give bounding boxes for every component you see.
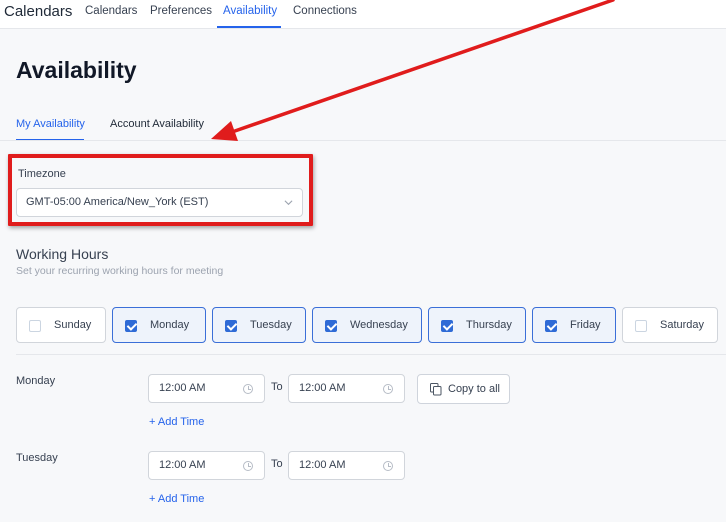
day-monday[interactable]: Monday	[112, 307, 206, 343]
add-time-link[interactable]: + Add Time	[149, 493, 204, 505]
nav-calendars[interactable]: Calendars	[85, 5, 137, 17]
day-sunday[interactable]: Sunday	[16, 307, 106, 343]
nav-preferences[interactable]: Preferences	[150, 5, 212, 17]
checkbox[interactable]	[225, 320, 237, 332]
day-label: Tuesday	[250, 319, 292, 331]
nav-connections[interactable]: Connections	[293, 5, 357, 17]
top-nav: Calendars Calendars Preferences Availabi…	[0, 0, 726, 29]
day-tuesday[interactable]: Tuesday	[212, 307, 306, 343]
clock-icon	[383, 461, 393, 471]
copy-to-all-label: Copy to all	[448, 383, 500, 395]
working-hours-title: Working Hours	[16, 246, 109, 262]
tab-my-availability[interactable]: My Availability	[16, 118, 85, 130]
to-time-input[interactable]: 12:00 AM	[288, 374, 405, 403]
checkbox[interactable]	[125, 320, 137, 332]
checkbox[interactable]	[29, 320, 41, 332]
day-label: Saturday	[660, 319, 705, 331]
working-hours-subtitle: Set your recurring working hours for mee…	[16, 265, 224, 277]
time-value: 12:00 AM	[159, 459, 206, 471]
annotation-highlight-box	[8, 154, 313, 226]
checkbox[interactable]	[325, 320, 337, 332]
time-value: 12:00 AM	[299, 382, 346, 394]
schedule-day-label: Monday	[16, 375, 56, 387]
tabs-divider	[0, 140, 726, 141]
clock-icon	[243, 461, 253, 471]
from-time-input[interactable]: 12:00 AM	[148, 451, 265, 480]
copy-icon	[430, 383, 442, 396]
days-divider	[16, 354, 726, 355]
to-time-input[interactable]: 12:00 AM	[288, 451, 405, 480]
day-wednesday[interactable]: Wednesday	[312, 307, 422, 343]
tab-account-availability[interactable]: Account Availability	[110, 118, 204, 130]
day-label: Sunday	[54, 319, 92, 331]
nav-availability[interactable]: Availability	[223, 5, 277, 17]
day-thursday[interactable]: Thursday	[428, 307, 526, 343]
brand-title: Calendars	[4, 3, 73, 20]
day-label: Friday	[570, 319, 601, 331]
time-value: 12:00 AM	[299, 459, 346, 471]
day-label: Thursday	[466, 319, 512, 331]
clock-icon	[383, 384, 393, 394]
day-saturday[interactable]: Saturday	[622, 307, 718, 343]
day-label: Monday	[150, 319, 190, 331]
to-label: To	[271, 381, 283, 393]
day-friday[interactable]: Friday	[532, 307, 616, 343]
day-label: Wednesday	[350, 319, 408, 331]
from-time-input[interactable]: 12:00 AM	[148, 374, 265, 403]
checkbox[interactable]	[635, 320, 647, 332]
checkbox[interactable]	[441, 320, 453, 332]
add-time-link[interactable]: + Add Time	[149, 416, 204, 428]
nav-active-indicator	[217, 26, 281, 28]
schedule-day-label: Tuesday	[16, 452, 58, 464]
clock-icon	[243, 384, 253, 394]
copy-to-all-button[interactable]: Copy to all	[417, 374, 510, 404]
checkbox[interactable]	[545, 320, 557, 332]
time-value: 12:00 AM	[159, 382, 206, 394]
to-label: To	[271, 458, 283, 470]
page-title: Availability	[16, 57, 137, 83]
